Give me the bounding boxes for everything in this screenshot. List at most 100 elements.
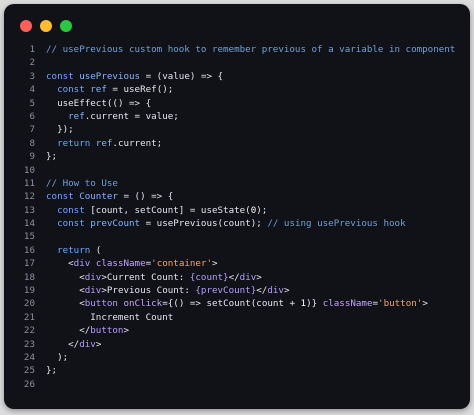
code-token: setCount: [206, 298, 251, 310]
code-token: div: [79, 338, 96, 350]
line-number: 1: [29, 44, 35, 55]
maximize-dot-icon[interactable]: [60, 20, 72, 32]
code-token: usePrevious: [79, 70, 141, 82]
line-number: 13: [23, 204, 35, 216]
line-source: const prevCount = usePrevious(count); //…: [46, 217, 406, 230]
line-source: const ref = useRef();: [46, 83, 173, 96]
code-token: // using usePrevious hook: [267, 218, 406, 230]
code-line: 17 <div className='container'>: [4, 257, 470, 270]
code-token: ref: [95, 137, 113, 149]
code-line: 18 <div>Current Count: {count}</div>: [4, 271, 470, 284]
line-number: 3: [29, 70, 35, 82]
code-token: // usePrevious custom hook to remember p…: [46, 44, 456, 55]
code-token: <: [46, 285, 85, 297]
code-line: 5 useEffect(() => {: [4, 97, 470, 110]
code-token: =: [140, 218, 157, 230]
line-number: 18: [23, 271, 35, 283]
code-token: = (: [140, 70, 163, 82]
line-source: };: [46, 150, 57, 163]
line-source: });: [46, 123, 74, 136]
code-token: div: [239, 271, 257, 283]
code-token: return: [46, 244, 96, 256]
code-token: ();: [156, 84, 174, 96]
code-token: const: [46, 70, 80, 82]
close-dot-icon[interactable]: [20, 20, 32, 32]
code-token: );: [256, 204, 268, 216]
code-token: div: [267, 285, 284, 297]
line-number: 22: [23, 325, 35, 337]
code-line: 4 const ref = useRef();: [4, 83, 470, 96]
code-token: .current =: [84, 110, 146, 122]
code-token: =: [106, 84, 124, 96]
line-number: 7: [29, 124, 35, 136]
code-token: {prevCount}: [195, 285, 257, 297]
line-number: 23: [23, 338, 35, 350]
line-number: 15: [23, 231, 35, 243]
code-token: </: [46, 338, 80, 350]
code-token: >: [212, 258, 218, 270]
code-token: };: [46, 365, 58, 377]
code-line: 2: [4, 56, 470, 69]
code-token: button: [90, 325, 124, 337]
code-line: 25};: [4, 364, 470, 377]
code-line: 9};: [4, 150, 470, 163]
code-token: (() => {: [106, 97, 152, 109]
code-line: 13 const [count, setCount] = useState(0)…: [4, 204, 470, 217]
line-source: const Counter = () => {: [46, 190, 173, 203]
line-source: <button onClick={() => setCount(count + …: [46, 297, 428, 310]
line-source: };: [46, 364, 57, 377]
code-token: >: [95, 338, 102, 350]
code-token: <: [46, 258, 74, 270]
code-token: 'button': [378, 298, 423, 310]
screenshot-backdrop: 1 // usePrevious custom hook to remember …: [0, 0, 474, 415]
line-number: 21: [23, 311, 35, 323]
line-number: 11: [23, 177, 35, 189]
line-number: 26: [23, 378, 35, 390]
code-token: ;: [173, 110, 179, 122]
code-token: {count}: [189, 271, 229, 283]
code-token: >: [123, 325, 130, 337]
code-token: className: [95, 258, 146, 270]
line-number: 17: [23, 258, 35, 270]
line-source: <div>Current Count: {count}</div>: [46, 271, 262, 284]
code-token: .current;: [112, 137, 163, 149]
code-token: </: [256, 285, 268, 297]
code-line: 15: [4, 230, 470, 243]
code-token: };: [46, 151, 58, 163]
code-token: = () => {: [117, 191, 174, 203]
line-source: <div className='container'>: [46, 257, 218, 270]
code-token: >: [283, 285, 290, 297]
line-source: <div>Previous Count: {prevCount}</div>: [46, 284, 289, 297]
code-token: (count +: [250, 298, 301, 310]
line-number: 20: [23, 298, 35, 310]
line-source: return ref.current;: [46, 137, 162, 150]
code-line: 10: [4, 164, 470, 177]
code-token: <: [46, 271, 85, 283]
line-source: const [count, setCount] = useState(0);: [46, 204, 267, 217]
line-source: const usePrevious = (value) => {: [46, 70, 223, 83]
line-source: ref.current = value;: [46, 110, 179, 123]
line-number: 16: [23, 244, 35, 256]
line-number: 12: [23, 191, 35, 203]
code-line: 23 </div>: [4, 338, 470, 351]
window-titlebar: [4, 4, 470, 40]
line-number: 24: [23, 351, 35, 363]
code-token: className: [322, 298, 373, 310]
code-token: >: [256, 271, 262, 283]
code-token: ref: [90, 84, 107, 96]
line-number: 10: [23, 164, 35, 176]
code-token: value: [145, 110, 174, 122]
minimize-dot-icon[interactable]: [40, 20, 52, 32]
line-number: 5: [29, 97, 35, 109]
code-token: div: [73, 258, 91, 270]
code-token: 'container': [151, 258, 213, 270]
line-number: 2: [29, 57, 35, 69]
code-token: return: [46, 137, 96, 149]
line-source: Increment Count: [46, 311, 173, 324]
code-line: 22 </button>: [4, 324, 470, 337]
code-line: 8 return ref.current;: [4, 137, 470, 150]
code-token: useEffect: [57, 97, 107, 109]
line-number: 25: [23, 365, 35, 377]
line-source: useEffect(() => {: [46, 97, 151, 110]
